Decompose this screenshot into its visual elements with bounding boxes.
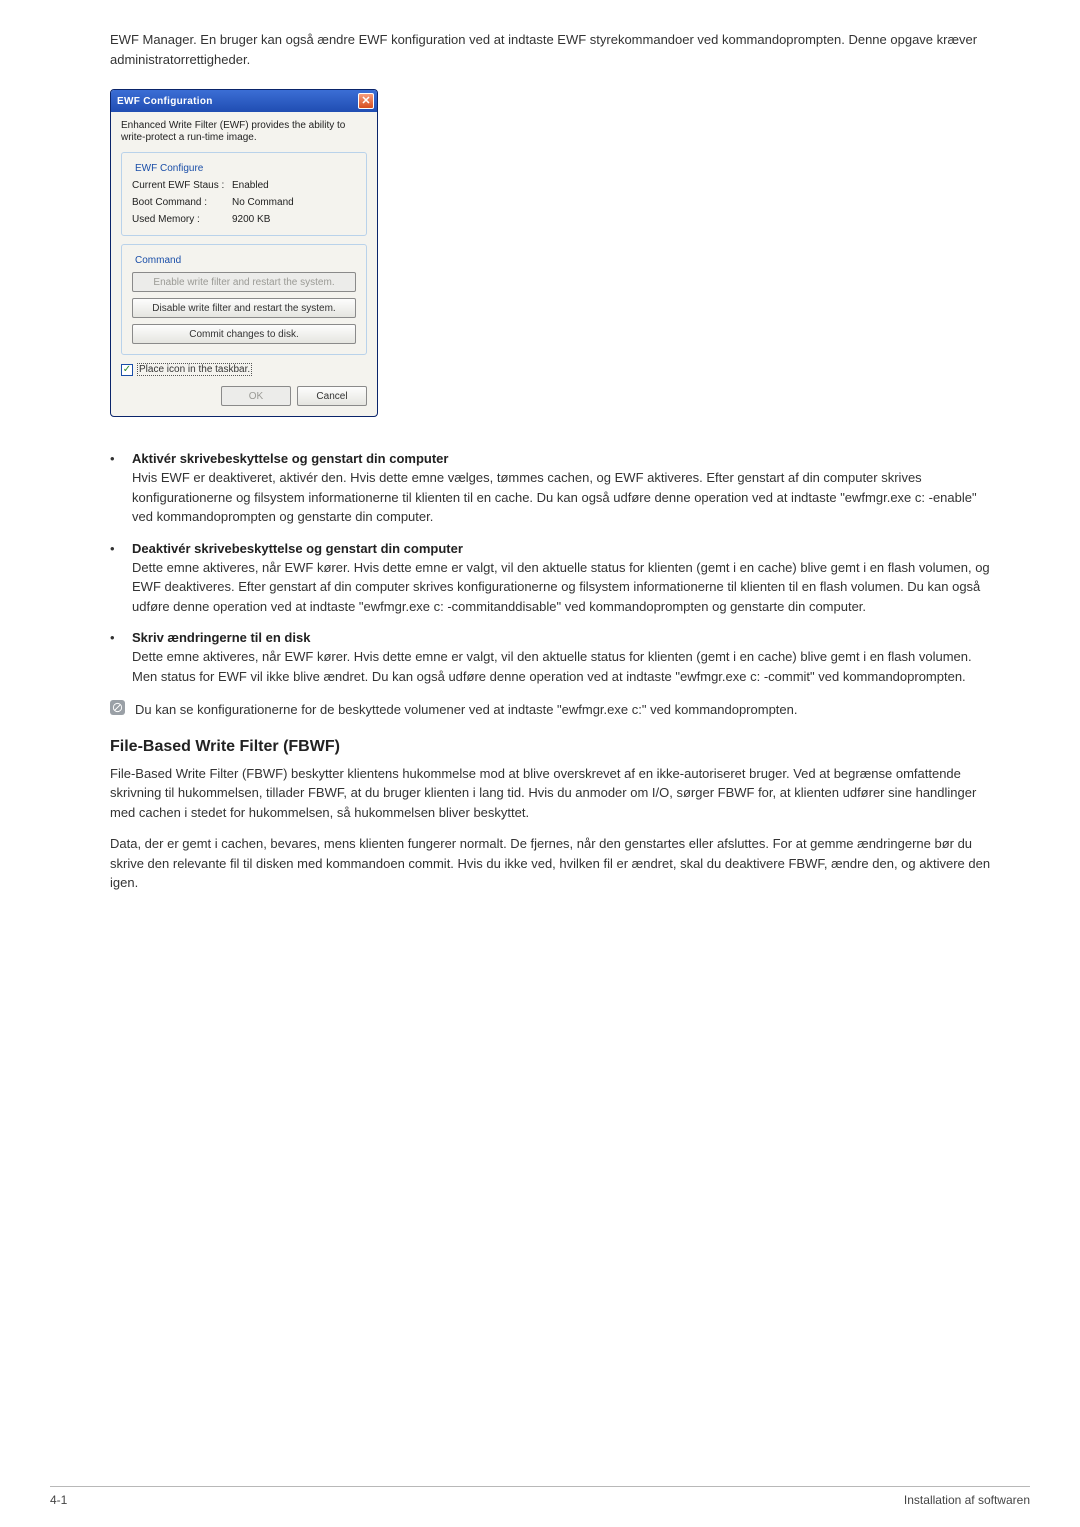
bullet2-body: Dette emne aktiveres, når EWF kører. Hvi… bbox=[132, 558, 1000, 617]
memory-label: Used Memory : bbox=[132, 214, 232, 225]
dialog-titlebar: EWF Configuration ✕ bbox=[111, 90, 377, 112]
note-icon bbox=[110, 700, 125, 715]
status-value: Enabled bbox=[232, 180, 269, 191]
ewf-configure-group: EWF Configure Current EWF Staus : Enable… bbox=[121, 152, 367, 236]
command-group: Command Enable write filter and restart … bbox=[121, 244, 367, 355]
ewf-configure-legend: EWF Configure bbox=[132, 163, 206, 174]
taskbar-checkbox-row[interactable]: ✓ Place icon in the taskbar. bbox=[121, 363, 367, 376]
memory-value: 9200 KB bbox=[232, 214, 270, 225]
dialog-title: EWF Configuration bbox=[117, 96, 358, 107]
bullet3-body: Dette emne aktiveres, når EWF kører. Hvi… bbox=[132, 647, 1000, 686]
disable-button[interactable]: Disable write filter and restart the sys… bbox=[132, 298, 356, 318]
dialog-description: Enhanced Write Filter (EWF) provides the… bbox=[121, 120, 367, 144]
note-text: Du kan se konfigurationerne for de besky… bbox=[135, 700, 797, 720]
checkbox-icon[interactable]: ✓ bbox=[121, 364, 133, 376]
boot-value: No Command bbox=[232, 197, 294, 208]
bullet-icon: • bbox=[110, 451, 114, 466]
boot-label: Boot Command : bbox=[132, 197, 232, 208]
cancel-button[interactable]: Cancel bbox=[297, 386, 367, 406]
fbwf-para2: Data, der er gemt i cachen, bevares, men… bbox=[110, 834, 1000, 893]
page-footer: 4-1 Installation af softwaren bbox=[50, 1486, 1030, 1507]
bullet1-title: Aktivér skrivebeskyttelse og genstart di… bbox=[132, 451, 448, 466]
footer-left: 4-1 bbox=[50, 1493, 67, 1507]
close-icon[interactable]: ✕ bbox=[358, 93, 374, 109]
commit-button[interactable]: Commit changes to disk. bbox=[132, 324, 356, 344]
bullet-icon: • bbox=[110, 630, 114, 645]
intro-text: EWF Manager. En bruger kan også ændre EW… bbox=[110, 30, 1030, 69]
enable-button: Enable write filter and restart the syst… bbox=[132, 272, 356, 292]
footer-right: Installation af softwaren bbox=[904, 1493, 1030, 1507]
command-legend: Command bbox=[132, 255, 184, 266]
ok-button: OK bbox=[221, 386, 291, 406]
checkbox-label: Place icon in the taskbar. bbox=[137, 363, 252, 376]
status-label: Current EWF Staus : bbox=[132, 180, 232, 191]
fbwf-para1: File-Based Write Filter (FBWF) beskytter… bbox=[110, 764, 1000, 823]
bullet2-title: Deaktivér skrivebeskyttelse og genstart … bbox=[132, 541, 463, 556]
bullet-icon: • bbox=[110, 541, 114, 556]
fbwf-heading: File-Based Write Filter (FBWF) bbox=[110, 738, 1030, 756]
ewf-dialog: EWF Configuration ✕ Enhanced Write Filte… bbox=[110, 89, 378, 417]
bullet1-body: Hvis EWF er deaktiveret, aktivér den. Hv… bbox=[132, 468, 1000, 527]
bullet3-title: Skriv ændringerne til en disk bbox=[132, 630, 310, 645]
